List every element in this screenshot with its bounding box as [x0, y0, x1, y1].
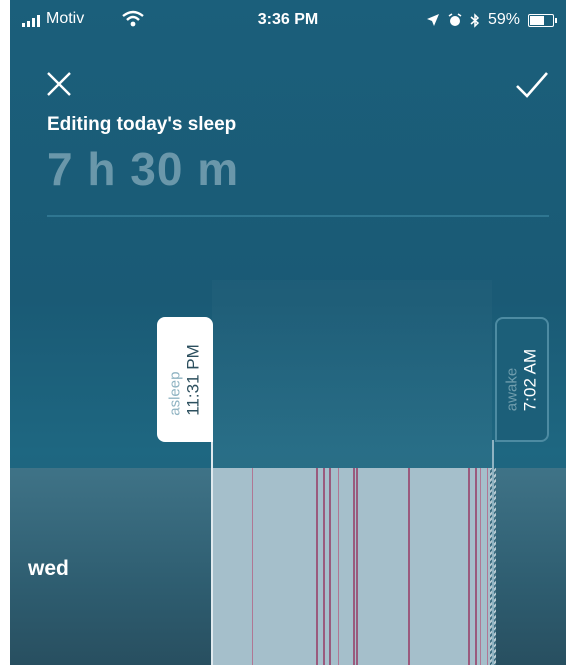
restless-marker — [468, 468, 470, 665]
asleep-label: asleep — [166, 371, 184, 416]
alarm-icon — [448, 13, 462, 26]
restless-marker — [475, 468, 477, 665]
awake-time: 7:02 AM — [520, 348, 540, 411]
status-right-group: 59% — [426, 11, 557, 29]
asleep-time-handle[interactable]: asleep 11:31 PM — [157, 317, 213, 442]
page-title: Editing today's sleep — [47, 114, 237, 135]
restless-marker — [487, 468, 488, 665]
restless-marker — [316, 468, 318, 665]
sleep-range-highlight — [212, 280, 492, 468]
asleep-handle-line[interactable] — [211, 440, 213, 665]
asleep-time: 11:31 PM — [183, 343, 203, 416]
battery-percent: 59% — [487, 11, 520, 28]
awake-flag-text: awake 7:02 AM — [504, 348, 541, 410]
restless-marker — [329, 468, 331, 665]
awake-handle-line[interactable] — [492, 440, 494, 665]
restless-marker — [353, 468, 355, 665]
day-label: wed — [28, 557, 69, 580]
awake-time-handle[interactable]: awake 7:02 AM — [495, 317, 549, 442]
restless-marker — [408, 468, 410, 665]
header-divider — [47, 215, 549, 217]
sleep-edit-screen: Motiv 3:36 PM 59% Editing today's sleep … — [10, 0, 566, 665]
battery-level-fill — [530, 15, 545, 25]
awake-label: awake — [503, 367, 521, 411]
restless-marker — [252, 468, 253, 665]
restless-marker — [356, 468, 358, 665]
checkmark-icon[interactable] — [515, 70, 549, 100]
location-icon — [426, 14, 439, 26]
restless-marker — [323, 468, 325, 665]
status-bar: Motiv 3:36 PM 59% — [10, 0, 566, 40]
restless-marker — [480, 468, 481, 665]
sleep-session-block[interactable] — [212, 468, 492, 665]
bluetooth-icon — [470, 12, 480, 28]
asleep-flag-text: asleep 11:31 PM — [167, 344, 204, 416]
battery-icon — [528, 13, 557, 27]
restless-marker — [338, 468, 339, 665]
close-icon[interactable] — [45, 70, 73, 98]
sleep-duration: 7 h 30 m — [47, 143, 240, 195]
